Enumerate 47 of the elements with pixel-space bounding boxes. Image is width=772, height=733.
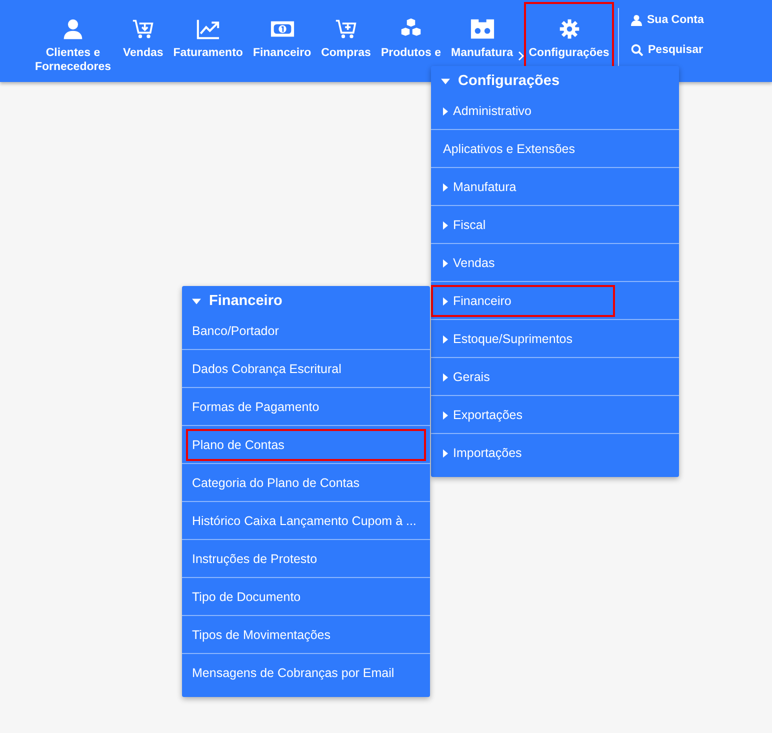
menu-header[interactable]: Financeiro <box>182 286 430 312</box>
menu-item[interactable]: Plano de Contas <box>186 429 426 461</box>
menu-item[interactable]: Formas de Pagamento <box>186 391 426 423</box>
search-link[interactable]: Pesquisar <box>631 44 704 56</box>
menu-item[interactable]: Fiscal <box>431 209 615 241</box>
menu-item[interactable]: Aplicativos e Extensões <box>431 133 615 165</box>
caret-icon <box>443 220 448 230</box>
settings-icon <box>558 18 580 40</box>
cart-icon <box>132 18 154 40</box>
user-icon <box>631 14 642 26</box>
menu-item[interactable]: Estoque/Suprimentos <box>431 323 615 355</box>
nav-item[interactable]: Faturamento <box>168 2 248 72</box>
menu-item[interactable]: Financeiro <box>431 285 615 317</box>
menu-item[interactable]: Vendas <box>431 247 615 279</box>
caret-icon <box>443 334 448 344</box>
menu-item[interactable]: Importações <box>431 437 615 469</box>
menu-item[interactable]: Tipo de Documento <box>186 581 426 613</box>
nav-item[interactable]: Financeiro <box>248 2 316 72</box>
caret-icon <box>443 182 448 192</box>
caret-icon <box>443 258 448 268</box>
nav-item[interactable]: Vendas <box>118 2 168 72</box>
menu-item[interactable]: Banco/Portador <box>186 315 426 347</box>
caret-icon <box>443 410 448 420</box>
caret-icon <box>443 296 448 306</box>
menu-item[interactable]: Exportações <box>431 399 615 431</box>
nav-item[interactable]: Compras <box>316 2 376 72</box>
menu-item[interactable]: Categoria do Plano de Contas <box>186 467 426 499</box>
menu-item[interactable]: Tipos de Movimentações <box>186 619 426 651</box>
caret-icon <box>192 296 201 306</box>
menu-item[interactable]: Administrativo <box>431 95 615 127</box>
menu-item[interactable]: Gerais <box>431 361 615 393</box>
search-icon <box>631 44 643 56</box>
cart-icon <box>335 18 358 40</box>
caret-icon <box>441 76 450 86</box>
nav-item[interactable]: Clientes e Fornecedores <box>28 2 118 80</box>
menu-item[interactable]: Mensagens de Cobranças por Email <box>186 657 426 689</box>
person-icon <box>62 18 84 40</box>
menu-item[interactable]: Manufatura <box>431 171 615 203</box>
line-chart-icon <box>196 18 220 40</box>
menu-item[interactable]: Instruções de Protesto <box>186 543 426 575</box>
caret-icon <box>443 106 448 116</box>
account-link[interactable]: Sua Conta <box>631 14 704 26</box>
menu-item[interactable]: Dados Cobrança Escritural <box>186 353 426 385</box>
caret-icon <box>443 448 448 458</box>
reel-icon <box>470 18 494 40</box>
menu-item[interactable]: Histórico Caixa Lançamento Cupom à ... <box>186 505 426 537</box>
caret-icon <box>443 372 448 382</box>
